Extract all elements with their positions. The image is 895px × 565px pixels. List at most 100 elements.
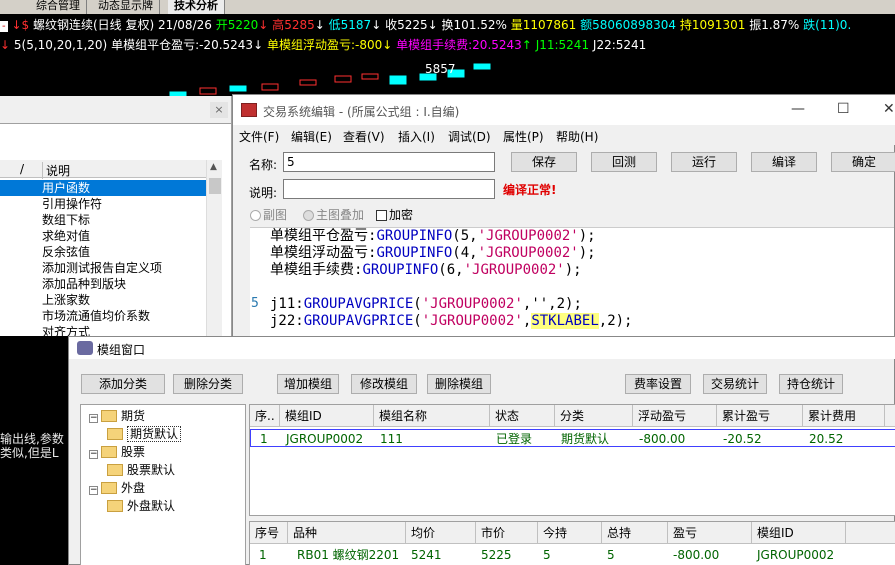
edit-module-button[interactable]: 修改模组 bbox=[351, 374, 417, 394]
folder-icon bbox=[101, 482, 117, 494]
col-total-pos[interactable]: 总持 bbox=[602, 522, 668, 544]
menu-help[interactable]: 帮助(H) bbox=[556, 128, 598, 145]
add-module-button[interactable]: 增加模组 bbox=[277, 374, 339, 394]
code-line[interactable]: 单模组浮动盈亏:GROUPINFO(4,'JGROUP0002'); bbox=[270, 245, 596, 262]
tree-node[interactable]: 期货默认 bbox=[107, 425, 182, 442]
code-line[interactable]: 单模组手续费:GROUPINFO(6,'JGROUP0002'); bbox=[270, 262, 582, 279]
down-arrow-icon: ↓ bbox=[314, 18, 325, 32]
col-today-pos[interactable]: 今持 bbox=[538, 522, 602, 544]
down-arrow-icon: ↓ bbox=[371, 18, 382, 32]
list-item[interactable]: 添加测试报告自定义项 bbox=[0, 260, 206, 276]
col-status[interactable]: 状态 bbox=[490, 405, 555, 427]
col-float-pl[interactable]: 浮动盈亏 bbox=[633, 405, 717, 427]
list-item[interactable]: 反余弦值 bbox=[0, 244, 206, 260]
menu-file[interactable]: 文件(F) bbox=[239, 128, 279, 145]
encrypt-checkbox[interactable]: 加密 bbox=[376, 206, 413, 223]
code-line[interactable]: j22:GROUPAVGPRICE('JGROUP0002',STKLABEL,… bbox=[270, 313, 632, 330]
collapse-icon[interactable]: − bbox=[89, 486, 98, 495]
scroll-thumb[interactable] bbox=[209, 178, 221, 194]
editor-titlebar[interactable]: 交易系统编辑 - (所属公式组 : I.自编) — ☐ ✕ bbox=[233, 95, 895, 125]
candle bbox=[361, 73, 379, 80]
help-col-1[interactable]: / bbox=[20, 162, 24, 176]
chevron-up-icon[interactable]: ▲ bbox=[210, 162, 217, 172]
col-module-id[interactable]: 模组ID bbox=[752, 522, 846, 544]
list-item[interactable]: 引用操作符 bbox=[0, 196, 206, 212]
menu-properties[interactable]: 属性(P) bbox=[503, 128, 544, 145]
collapse-icon[interactable]: − bbox=[89, 414, 98, 423]
tab-general[interactable]: 综合管理 bbox=[30, 0, 87, 14]
description-field[interactable] bbox=[283, 179, 495, 199]
code-line[interactable]: 单模组平仓盈亏:GROUPINFO(5,'JGROUP0002'); bbox=[270, 228, 596, 245]
menu-edit[interactable]: 编辑(E) bbox=[291, 128, 332, 145]
col-cum-fee[interactable]: 累计费用 bbox=[803, 405, 885, 427]
radio-subchart[interactable]: 副图 bbox=[250, 206, 287, 223]
col-symbol[interactable]: 品种 bbox=[288, 522, 406, 544]
tree-node[interactable]: 股票默认 bbox=[107, 461, 175, 478]
tree-node[interactable]: − 股票 bbox=[89, 443, 145, 460]
help-col-desc[interactable]: 说明 bbox=[42, 162, 70, 179]
col-module-name[interactable]: 模组名称 bbox=[374, 405, 490, 427]
radio-main-overlay[interactable]: 主图叠加 bbox=[303, 206, 364, 223]
list-item[interactable]: 用户函数 bbox=[0, 180, 206, 196]
down-arrow-icon: ↓ bbox=[11, 18, 22, 32]
minimize-icon[interactable]: — bbox=[791, 101, 805, 117]
editor-title: 交易系统编辑 - (所属公式组 : I.自编) bbox=[263, 105, 460, 119]
compile-button[interactable]: 编译 bbox=[751, 152, 817, 172]
save-button[interactable]: 保存 bbox=[511, 152, 577, 172]
tab-dynamic-board[interactable]: 动态显示牌 bbox=[92, 0, 160, 14]
run-button[interactable]: 运行 bbox=[671, 152, 737, 172]
col-index[interactable]: 序号 bbox=[250, 522, 288, 544]
close-icon[interactable]: ✕ bbox=[883, 101, 895, 117]
tab-technical-analysis[interactable]: 技术分析 bbox=[168, 0, 225, 14]
delete-module-button[interactable]: 删除模组 bbox=[427, 374, 491, 394]
backtest-button[interactable]: 回测 bbox=[591, 152, 657, 172]
price-chart[interactable]: - ↓$ 螺纹钢连续(日线 复权) 21/08/26 开5220↓ 高5285↓… bbox=[0, 14, 895, 96]
list-item[interactable]: 上涨家数 bbox=[0, 292, 206, 308]
col-module-id[interactable]: 模组ID bbox=[280, 405, 374, 427]
candle bbox=[334, 75, 352, 83]
tree-node[interactable]: − 期货 bbox=[89, 407, 145, 424]
top-tab-bar: 综合管理 动态显示牌 技术分析 bbox=[0, 0, 895, 14]
candle bbox=[299, 79, 317, 86]
indicator-line: ↓ 5(5,10,20,1,20) 单模组平仓盈亏:-20.5243↓ 单模组浮… bbox=[0, 38, 646, 53]
editor-menubar: 文件(F) 编辑(E) 查看(V) 插入(I) 调试(D) 属性(P) 帮助(H… bbox=[233, 125, 895, 145]
menu-debug[interactable]: 调试(D) bbox=[448, 128, 491, 145]
name-field[interactable]: 5 bbox=[283, 152, 495, 172]
list-item[interactable]: 添加品种到版块 bbox=[0, 276, 206, 292]
col-cum-pl[interactable]: 累计盈亏 bbox=[717, 405, 803, 427]
delete-category-button[interactable]: 删除分类 bbox=[173, 374, 243, 394]
col-pl[interactable]: 盈亏 bbox=[668, 522, 752, 544]
up-arrow-icon: ↑ bbox=[521, 38, 532, 52]
module-window-icon bbox=[77, 341, 93, 355]
col-avg-price[interactable]: 均价 bbox=[406, 522, 476, 544]
code-editor[interactable]: 单模组平仓盈亏:GROUPINFO(5,'JGROUP0002'); 单模组浮动… bbox=[250, 227, 894, 337]
position-stats-button[interactable]: 持仓统计 bbox=[779, 374, 843, 394]
col-market-price[interactable]: 市价 bbox=[476, 522, 538, 544]
help-scrollbar[interactable]: ▲ bbox=[206, 160, 222, 336]
add-category-button[interactable]: 添加分类 bbox=[81, 374, 165, 394]
col-category[interactable]: 分类 bbox=[555, 405, 633, 427]
code-line[interactable]: j11:GROUPAVGPRICE('JGROUP0002','',2); bbox=[270, 296, 582, 313]
list-item[interactable]: 市场流通值均价系数 bbox=[0, 308, 206, 324]
table-row[interactable]: 1 JGROUP0002 111 已登录 期货默认 -800.00 -20.52… bbox=[250, 429, 895, 447]
maximize-icon[interactable]: ☐ bbox=[837, 101, 850, 117]
list-item[interactable]: 求绝对值 bbox=[0, 228, 206, 244]
trade-stats-button[interactable]: 交易统计 bbox=[703, 374, 767, 394]
table-row[interactable]: 1 RB01 螺纹钢2201 5241 5225 5 5 -800.00 JGR… bbox=[250, 546, 895, 564]
close-icon[interactable]: × bbox=[210, 102, 228, 118]
module-titlebar[interactable]: 模组窗口 bbox=[69, 337, 895, 359]
list-item[interactable]: 数组下标 bbox=[0, 212, 206, 228]
collapse-icon[interactable]: − bbox=[89, 450, 98, 459]
chart-price-label: 5857 bbox=[425, 62, 456, 76]
candle bbox=[199, 87, 217, 95]
app-icon bbox=[241, 103, 257, 117]
fee-settings-button[interactable]: 费率设置 bbox=[625, 374, 691, 394]
menu-view[interactable]: 查看(V) bbox=[343, 128, 385, 145]
tree-node[interactable]: 外盘默认 bbox=[107, 497, 175, 514]
folder-icon bbox=[107, 428, 123, 440]
ok-button[interactable]: 确定 bbox=[831, 152, 895, 172]
col-index[interactable]: 序.. bbox=[250, 405, 280, 427]
indicator-toggle-icon[interactable]: - bbox=[0, 21, 8, 32]
tree-node[interactable]: − 外盘 bbox=[89, 479, 145, 496]
menu-insert[interactable]: 插入(I) bbox=[398, 128, 435, 145]
